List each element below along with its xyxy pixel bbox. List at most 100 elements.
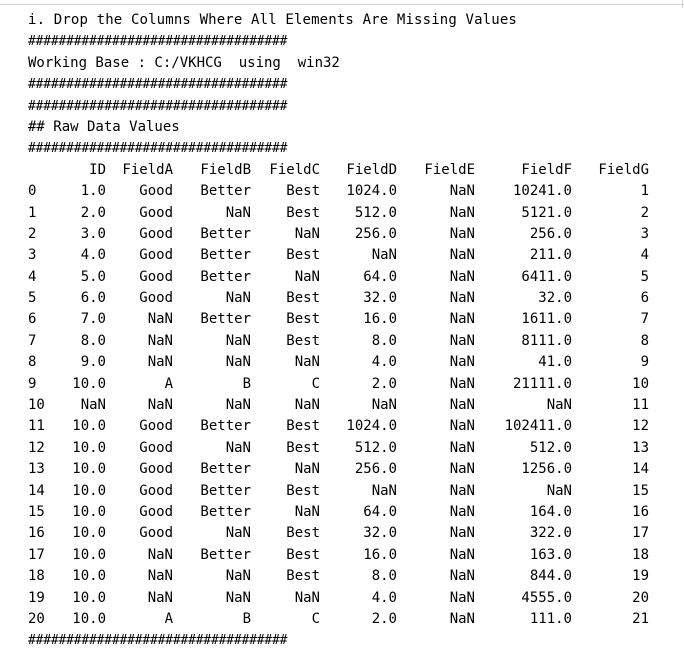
table-cell: Best [286,546,320,563]
table-cell: 1256.0 [521,461,572,478]
table-cell: Better [200,503,251,520]
table-cell: Best [286,439,320,456]
table-cell: Better [200,461,251,478]
table-cell: 13 [632,439,649,456]
row-index: 19 [28,589,45,606]
table-row: 7 8.0 NaN NaN Best 8.0 NaN 8111.0 8 [28,331,678,352]
table-cell: NaN [449,418,475,435]
table-cell: NaN [449,610,475,627]
table-cell: NaN [449,183,475,200]
table-body: 0 1.0 Good Better Best 1024.0 NaN 10241.0 1 1 2.0 G… [28,181,678,630]
table-cell: NaN [294,268,320,285]
table-cell: NaN [449,397,475,414]
table-cell: 3 [640,225,649,242]
table-cell: NaN [449,311,475,328]
table-cell: 8.0 [371,332,397,349]
table-row: 1 2.0 Good NaN Best 512.0 NaN 5121.0 2 [28,203,678,224]
table-cell: 7 [640,311,649,328]
row-index: 7 [28,332,37,349]
table-row: 17 10.0 NaN Better Best 16.0 NaN 163.0 18 [28,545,678,566]
table-row: 0 1.0 Good Better Best 1024.0 NaN 10241.0 1 [28,181,678,202]
table-cell: NaN [546,397,572,414]
table-cell: Good [139,225,173,242]
table-cell: 6.0 [80,290,106,307]
table-cell: Good [139,525,173,542]
row-index: 4 [28,268,37,285]
table-cell: 211.0 [529,247,572,264]
table-cell: 64.0 [363,503,397,520]
table-cell: Good [139,503,173,520]
table-cell: 9 [640,354,649,371]
table-cell: 8.0 [80,332,106,349]
table-cell: A [164,610,173,627]
table-cell: NaN [294,354,320,371]
table-cell: 8.0 [371,568,397,585]
table-row: 14 10.0 Good Better Best NaN NaN NaN 15 [28,481,678,502]
table-cell: Better [200,183,251,200]
table-cell: A [164,375,173,392]
table-cell: NaN [449,461,475,478]
table-cell: NaN [449,225,475,242]
table-cell: 11 [632,397,649,414]
table-cell: 6411.0 [521,268,572,285]
table-cell: 7.0 [80,311,106,328]
table-cell: Good [139,268,173,285]
table-cell: 1024.0 [346,418,397,435]
table-cell: NaN [449,247,475,264]
table-cell: C [311,610,320,627]
table-cell: 5 [640,268,649,285]
table-cell: 322.0 [529,525,572,542]
column-header: FieldC [269,161,320,178]
table-cell: 164.0 [529,503,572,520]
table-cell: B [242,610,251,627]
table-cell: 10.0 [72,439,106,456]
table-cell: 512.0 [529,439,572,456]
table-cell: Good [139,482,173,499]
table-cell: NaN [449,568,475,585]
table-cell: 5.0 [80,268,106,285]
table-cell: Good [139,183,173,200]
table-cell: 10 [632,375,649,392]
table-cell: Best [286,418,320,435]
cell-output-area: i. Drop the Columns Where All Elements A… [28,10,678,652]
table-cell: NaN [449,204,475,221]
output-title: i. Drop the Columns Where All Elements A… [28,12,517,28]
table-cell: Good [139,461,173,478]
row-index: 17 [28,546,45,563]
table-cell: 8111.0 [521,332,572,349]
table-cell: 20 [632,589,649,606]
table-cell: 844.0 [529,568,572,585]
table-cell: 8 [640,332,649,349]
table-row: 15 10.0 Good Better NaN 64.0 NaN 164.0 16 [28,502,678,523]
table-cell: 5121.0 [521,204,572,221]
table-cell: 4.0 [371,589,397,606]
table-cell: NaN [449,503,475,520]
table-cell: Better [200,482,251,499]
table-cell: 32.0 [363,290,397,307]
table-cell: Better [200,546,251,563]
table-cell: Best [286,332,320,349]
table-cell: 6 [640,290,649,307]
row-index: 2 [28,225,37,242]
table-cell: 10.0 [72,482,106,499]
table-row: 6 7.0 NaN Better Best 16.0 NaN 1611.0 7 [28,309,678,330]
table-cell: 41.0 [538,354,572,371]
table-row: 11 10.0 Good Better Best 1024.0 NaN 102411.0 12 [28,416,678,437]
table-cell: 256.0 [354,225,397,242]
cell-top-border [0,0,684,5]
table-cell: 1 [640,183,649,200]
table-cell: NaN [449,482,475,499]
table-cell: Best [286,525,320,542]
section-header: ## Raw Data Values [28,118,180,135]
table-row: 10 NaN NaN NaN NaN NaN NaN NaN 11 [28,395,678,416]
row-index: 14 [28,482,45,499]
table-row: 2 3.0 Good Better NaN 256.0 NaN 256.0 3 [28,224,678,245]
separator-line: ################################## [28,141,288,157]
table-cell: NaN [225,589,251,606]
table-cell: NaN [294,461,320,478]
table-cell: Best [286,311,320,328]
table-header-row: ID FieldA FieldB FieldC FieldD FieldE Fi… [28,160,678,181]
table-row: 13 10.0 Good Better NaN 256.0 NaN 1256.0 14 [28,459,678,480]
table-cell: C [311,375,320,392]
row-index: 5 [28,290,37,307]
